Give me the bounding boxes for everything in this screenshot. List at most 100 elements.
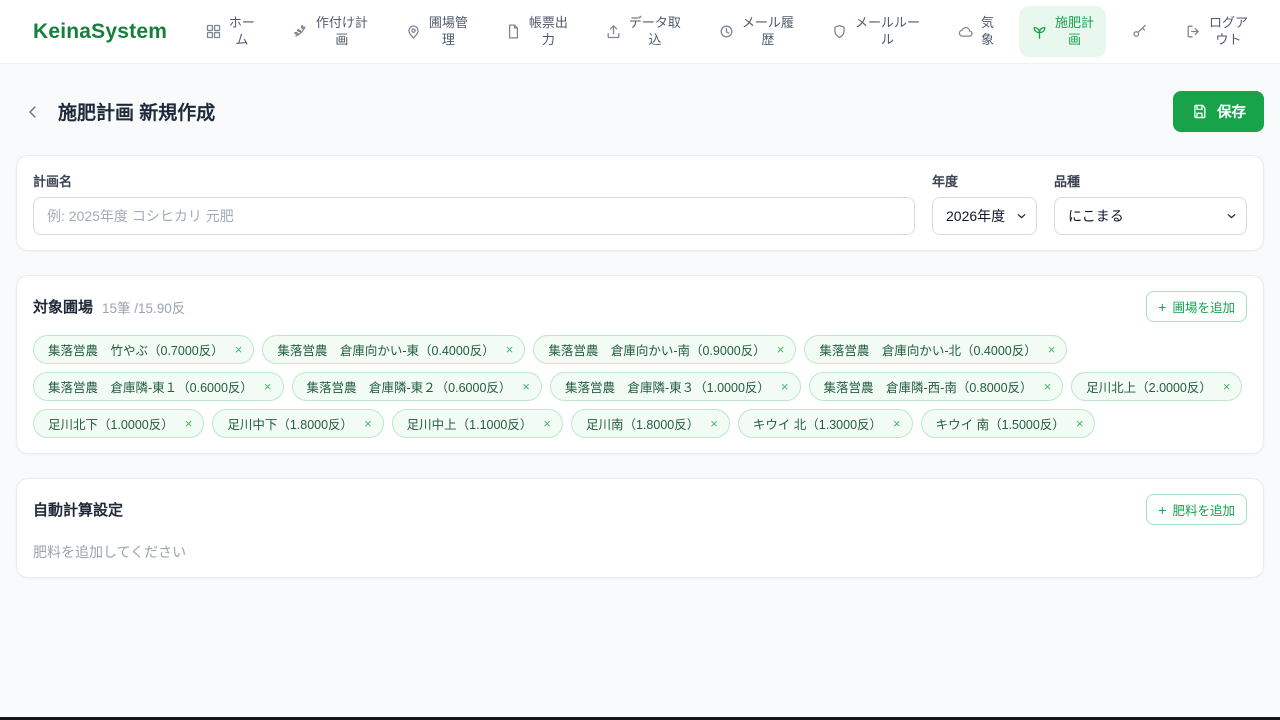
add-fertilizer-button-label: 肥料を追加	[1172, 504, 1235, 518]
add-field-button[interactable]: + 圃場を追加	[1146, 291, 1247, 322]
auto-calc-card: 自動計算設定 + 肥料を追加 肥料を追加してください	[16, 478, 1264, 578]
plan-name-field-group: 計画名	[33, 171, 915, 235]
nav-item-label: 施肥計 画	[1054, 14, 1094, 47]
remove-chip-icon[interactable]: ×	[543, 417, 551, 430]
field-chip-label: 集落営農 竹やぶ（0.7000反）	[48, 344, 224, 358]
nav-item-field-management[interactable]: 圃場管 理	[393, 6, 480, 58]
nav-item-report-output[interactable]: 帳票出 力	[493, 6, 580, 58]
add-field-button-label: 圃場を追加	[1172, 301, 1235, 315]
remove-chip-icon[interactable]: ×	[522, 380, 530, 393]
field-chip-label: 集落営農 倉庫隣-東２（0.6000反）	[306, 381, 512, 395]
field-chip: キウイ 北（1.3000反） ×	[737, 409, 913, 438]
remove-chip-icon[interactable]: ×	[781, 380, 789, 393]
sprout-icon	[1031, 23, 1048, 40]
remove-chip-icon[interactable]: ×	[1048, 343, 1056, 356]
field-chip-label: 足川中上（1.1000反）	[406, 418, 533, 432]
remove-chip-icon[interactable]: ×	[264, 380, 272, 393]
nav-item-label: ホー ム	[228, 14, 255, 47]
field-chip: 足川南（1.8000反） ×	[570, 409, 730, 438]
field-chip-label: キウイ 北（1.3000反）	[752, 418, 883, 432]
field-chip-label: 足川北下（1.0000反）	[48, 418, 174, 432]
map-pin-icon	[405, 23, 422, 40]
year-select[interactable]: 2026年度	[932, 197, 1037, 235]
nav-item-label: 作付け計 画	[315, 14, 368, 47]
nav-item-data-import[interactable]: データ取 込	[593, 6, 693, 58]
nav-item-label: 気 象	[980, 14, 994, 47]
plan-name-label: 計画名	[33, 174, 73, 189]
field-chip: 足川北下（1.0000反） ×	[33, 409, 205, 438]
remove-chip-icon[interactable]: ×	[1076, 417, 1084, 430]
wheat-icon	[292, 23, 309, 40]
field-chip: 足川中上（1.1000反） ×	[391, 409, 563, 438]
nav-item-logout[interactable]: ログア ウト	[1173, 6, 1260, 58]
remove-chip-icon[interactable]: ×	[710, 417, 718, 430]
remove-chip-icon[interactable]: ×	[185, 417, 193, 430]
field-chip: 集落営農 倉庫隣-西-南（0.8000反） ×	[808, 372, 1064, 401]
field-chip: 集落営農 倉庫隣-東１（0.6000反） ×	[33, 372, 284, 401]
remove-chip-icon[interactable]: ×	[364, 417, 372, 430]
nav-item-label: メール履 歴	[741, 14, 794, 47]
field-chip-label: キウイ 南（1.5000反）	[935, 418, 1065, 432]
nav-item-weather[interactable]: 気 象	[945, 6, 1006, 58]
main-content: 施肥計画 新規作成 保存 計画名 年度 2026年度	[0, 91, 1280, 578]
remove-chip-icon[interactable]: ×	[777, 343, 785, 356]
main-nav: ホー ム 作付け計 画 圃場管 理 帳票出 力 データ取 込 メール履 歴 メールルー ル 気…	[193, 5, 1260, 58]
shield-icon	[831, 23, 848, 40]
variety-select[interactable]: にこまる	[1054, 197, 1247, 235]
plan-name-input[interactable]	[33, 197, 915, 235]
remove-chip-icon[interactable]: ×	[506, 343, 514, 356]
nav-item-mail-history[interactable]: メール履 歴	[706, 6, 806, 58]
nav-item-mail-rules[interactable]: メールルー ル	[819, 6, 932, 58]
field-chip-label: 集落営農 倉庫向かい-北（0.4000反）	[819, 344, 1037, 358]
brand-logo: KeinaSystem	[33, 19, 168, 43]
save-icon	[1191, 103, 1208, 120]
history-icon	[718, 23, 735, 40]
back-button[interactable]	[16, 95, 50, 129]
field-chip-label: 集落営農 倉庫向かい-東（0.4000反）	[277, 344, 495, 358]
field-chip: 足川中下（1.8000反） ×	[212, 409, 384, 438]
remove-chip-icon[interactable]: ×	[1223, 380, 1231, 393]
logout-icon	[1185, 23, 1202, 40]
document-icon	[505, 23, 522, 40]
nav-item-home[interactable]: ホー ム	[193, 6, 267, 58]
nav-item-label: ログア ウト	[1208, 14, 1248, 47]
field-chip: 集落営農 倉庫向かい-東（0.4000反） ×	[262, 335, 526, 364]
variety-label: 品種	[1054, 174, 1081, 189]
plus-icon: +	[1158, 298, 1167, 315]
page-title: 施肥計画 新規作成	[58, 103, 216, 124]
upload-icon	[605, 23, 622, 40]
target-fields-card: 対象圃場 15筆 /15.90反 + 圃場を追加 集落営農 竹やぶ（0.7000…	[16, 275, 1264, 454]
nav-item-key[interactable]	[1119, 14, 1160, 49]
year-label: 年度	[932, 174, 959, 189]
add-fertilizer-button[interactable]: + 肥料を追加	[1146, 494, 1247, 525]
field-chip: 集落営農 倉庫隣-東２（0.6000反） ×	[291, 372, 542, 401]
field-chip: 集落営農 倉庫向かい-南（0.9000反） ×	[533, 335, 797, 364]
field-chip: 集落営農 竹やぶ（0.7000反） ×	[33, 335, 255, 364]
field-chip-list: 集落営農 竹やぶ（0.7000反） × 集落営農 倉庫向かい-東（0.4000反） ×…	[33, 335, 1247, 438]
nav-item-label: 圃場管 理	[428, 14, 468, 47]
field-chip: キウイ 南（1.5000反） ×	[920, 409, 1096, 438]
save-button[interactable]: 保存	[1173, 91, 1264, 132]
field-chip-label: 集落営農 倉庫隣-西-南（0.8000反）	[823, 381, 1033, 395]
target-fields-title: 対象圃場	[33, 299, 94, 316]
variety-field-group: 品種 にこまる	[1054, 171, 1247, 235]
nav-item-label: データ取 込	[628, 14, 681, 47]
nav-item-label: 帳票出 力	[528, 14, 568, 47]
top-navbar: KeinaSystem ホー ム 作付け計 画 圃場管 理 帳票出 力 データ取 込 メー…	[0, 0, 1280, 64]
field-chip-label: 集落営農 倉庫隣-東３（1.0000反）	[565, 381, 770, 395]
remove-chip-icon[interactable]: ×	[893, 417, 901, 430]
field-chip-label: 集落営農 倉庫向かい-南（0.9000反）	[548, 344, 766, 358]
field-chip-label: 足川中下（1.8000反）	[227, 418, 354, 432]
field-chip-label: 足川北上（2.0000反）	[1086, 381, 1212, 395]
field-chip-label: 集落営農 倉庫隣-東１（0.6000反）	[48, 381, 253, 395]
chevron-left-icon	[24, 103, 42, 121]
save-button-label: 保存	[1217, 105, 1246, 121]
cloud-icon	[957, 23, 974, 40]
nav-item-fertilization-plan[interactable]: 施肥計 画	[1018, 5, 1106, 58]
target-fields-count: 15筆 /15.90反	[102, 300, 186, 316]
plan-meta-card: 計画名 年度 2026年度 品種 にこまる	[16, 155, 1264, 251]
remove-chip-icon[interactable]: ×	[235, 343, 243, 356]
remove-chip-icon[interactable]: ×	[1044, 380, 1052, 393]
field-chip: 足川北上（2.0000反） ×	[1071, 372, 1243, 401]
nav-item-planting-plan[interactable]: 作付け計 画	[280, 6, 380, 58]
